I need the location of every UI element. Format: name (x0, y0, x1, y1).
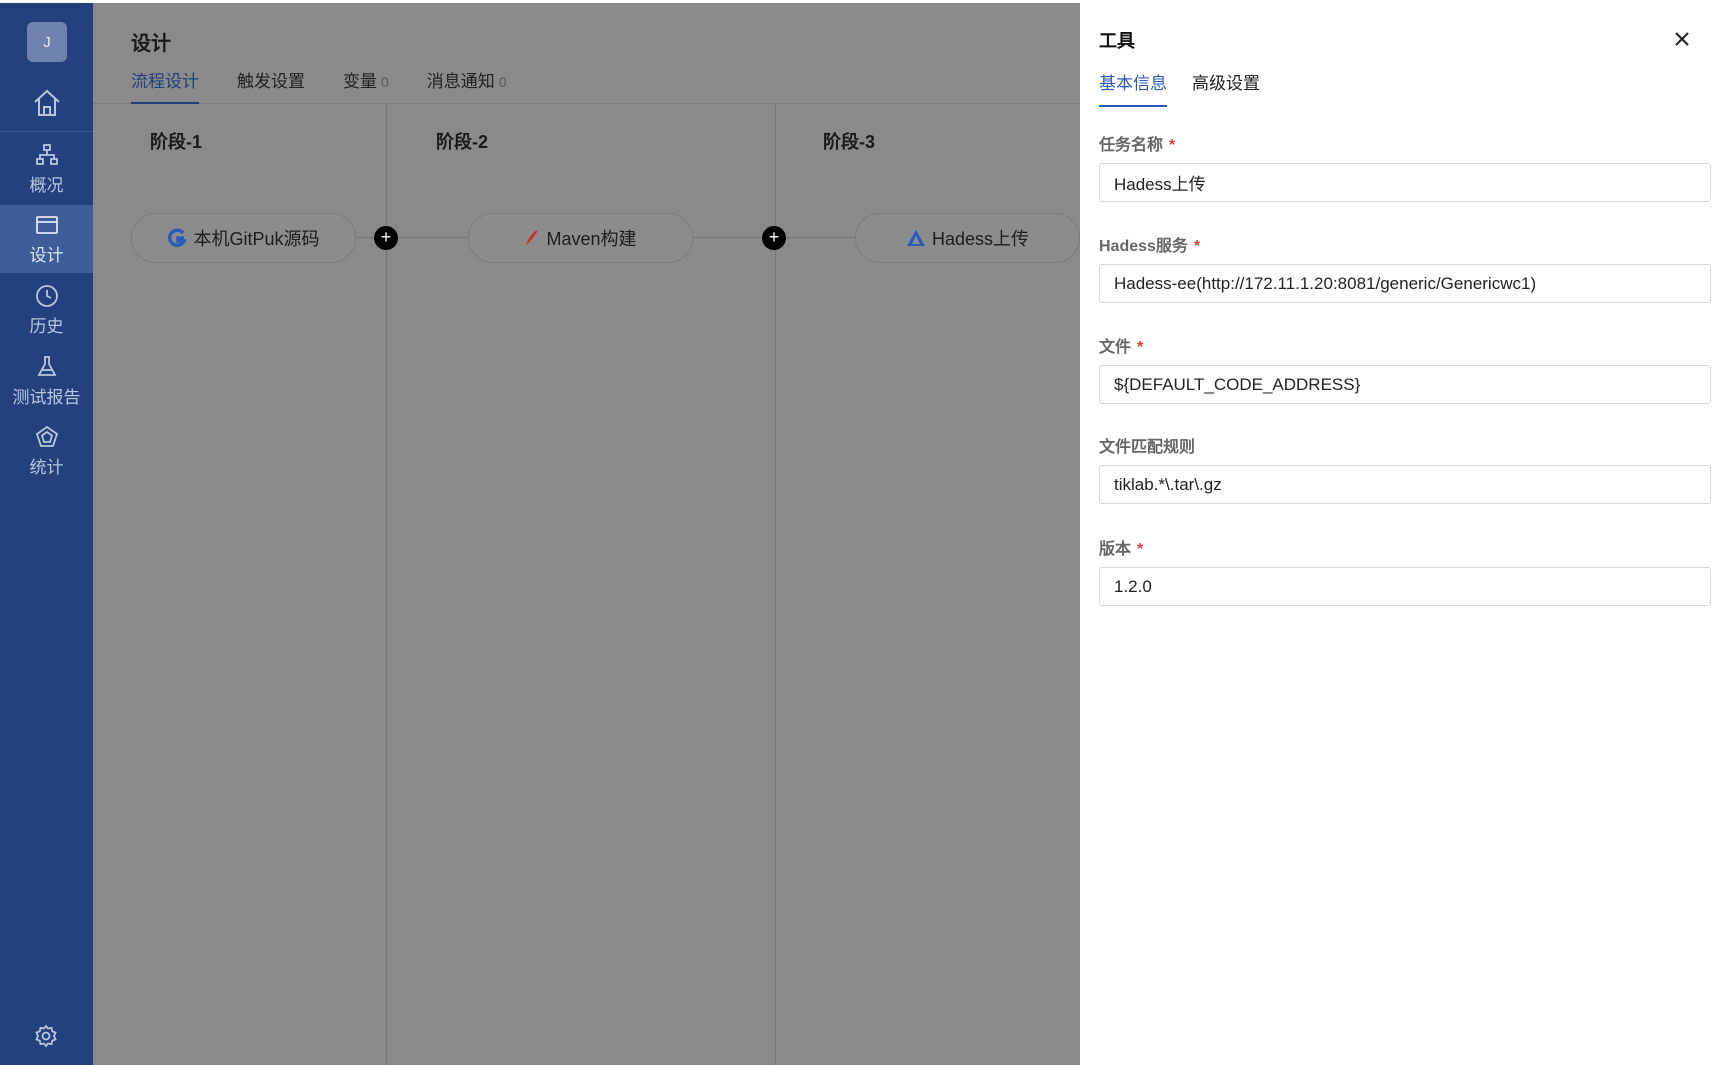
tab-notifications[interactable]: 消息通知 0 (427, 67, 507, 104)
home-button[interactable] (0, 78, 93, 128)
task-label: Maven构建 (546, 229, 637, 249)
panel-tabs: 基本信息 高级设置 (1099, 69, 1285, 107)
task-card[interactable]: Maven构建 (468, 213, 693, 263)
sitemap-icon (35, 143, 58, 165)
required-mark: * (1137, 541, 1144, 558)
tab-label: 高级设置 (1192, 74, 1260, 93)
top-border (0, 0, 1730, 3)
required-mark: * (1169, 137, 1176, 154)
sidebar-item-label: 测试报告 (12, 387, 81, 407)
connector-line (355, 237, 470, 238)
sidebar-item-label: 概况 (29, 175, 64, 195)
tab-label: 触发设置 (237, 72, 305, 91)
label-text: 版本 (1099, 541, 1132, 558)
task-name-label: 任务名称 * (1099, 131, 1175, 155)
label-text: 文件 (1099, 339, 1132, 356)
design-tabs: 流程设计 触发设置 变量 0 消息通知 0 (131, 67, 545, 104)
label-text: Hadess服务 (1099, 238, 1188, 255)
tab-label: 消息通知 (426, 72, 495, 91)
label-text: 任务名称 (1099, 137, 1164, 154)
plus-icon: + (768, 227, 780, 247)
stage-title: 阶段-2 (436, 132, 489, 152)
task-card[interactable]: Hadess上传 (855, 213, 1080, 263)
task-name-input[interactable] (1099, 163, 1711, 202)
required-mark: * (1193, 238, 1201, 255)
sidebar-item-label: 设计 (29, 245, 64, 265)
hadess-service-label: Hadess服务 * (1099, 232, 1200, 256)
close-icon (1675, 32, 1689, 46)
sidebar-item-history[interactable]: 历史 (0, 276, 93, 344)
maven-feather-icon (526, 230, 539, 246)
sidebar-item-test-report[interactable]: 测试报告 (0, 347, 93, 415)
avatar[interactable]: J (27, 22, 67, 62)
clock-icon (35, 284, 58, 307)
sidebar-item-label: 历史 (29, 316, 64, 336)
tab-pipeline-design[interactable]: 流程设计 (131, 67, 199, 104)
main-header: 设计 流程设计 触发设置 变量 0 消息通知 0 (93, 3, 1080, 104)
hadess-icon (906, 230, 925, 246)
flask-icon (36, 355, 57, 376)
version-label: 版本 * (1099, 535, 1143, 559)
card-icon (35, 215, 58, 234)
sidebar-item-label: 统计 (29, 457, 64, 477)
add-stage-button[interactable]: + (374, 226, 398, 250)
settings-button[interactable] (30, 1020, 62, 1052)
tab-advanced-settings[interactable]: 高级设置 (1192, 69, 1260, 107)
task-label: 本机GitPuk源码 (193, 229, 320, 249)
hadess-service-select[interactable] (1099, 264, 1711, 303)
plus-icon: + (380, 227, 392, 247)
task-card[interactable]: 本机GitPuk源码 (131, 213, 356, 263)
stage-title: 阶段-1 (150, 132, 203, 152)
tab-label: 变量 (343, 72, 377, 91)
tab-label: 基本信息 (1099, 74, 1167, 93)
required-mark: * (1137, 339, 1144, 356)
file-label: 文件 * (1099, 333, 1143, 357)
sidebar: J 概况 设计 历史 测试报告 统计 (0, 0, 93, 1065)
file-match-rule-label: 文件匹配规则 (1099, 433, 1195, 457)
sidebar-item-statistics[interactable]: 统计 (0, 417, 93, 485)
gitpuk-icon (168, 228, 188, 248)
tab-basic-info[interactable]: 基本信息 (1099, 69, 1167, 107)
file-input[interactable] (1099, 365, 1711, 404)
sidebar-item-overview[interactable]: 概况 (0, 135, 93, 203)
tab-variables[interactable]: 变量 0 (343, 67, 389, 104)
task-label: Hadess上传 (931, 229, 1030, 249)
add-stage-button[interactable]: + (762, 226, 786, 250)
close-button[interactable] (1670, 27, 1694, 51)
home-icon (33, 89, 60, 116)
tab-trigger-settings[interactable]: 触发设置 (237, 67, 305, 104)
page-title: 设计 (131, 33, 171, 55)
tab-count: 0 (381, 74, 389, 90)
tab-count: 0 (498, 74, 507, 90)
sidebar-divider (0, 131, 93, 132)
tab-label: 流程设计 (131, 72, 199, 91)
version-input[interactable] (1099, 567, 1711, 606)
task-config-panel: 工具 基本信息 高级设置 任务名称* Hadess服务* 文件* 文件匹配规则 … (1080, 3, 1730, 1065)
stage-title: 阶段-3 (823, 132, 876, 152)
panel-title: 工具 (1099, 31, 1135, 51)
file-match-rule-input[interactable] (1099, 465, 1711, 504)
gear-icon (35, 1024, 57, 1048)
pentagon-icon (35, 425, 58, 447)
label-text: 文件匹配规则 (1099, 439, 1196, 456)
sidebar-item-design[interactable]: 设计 (0, 205, 93, 273)
